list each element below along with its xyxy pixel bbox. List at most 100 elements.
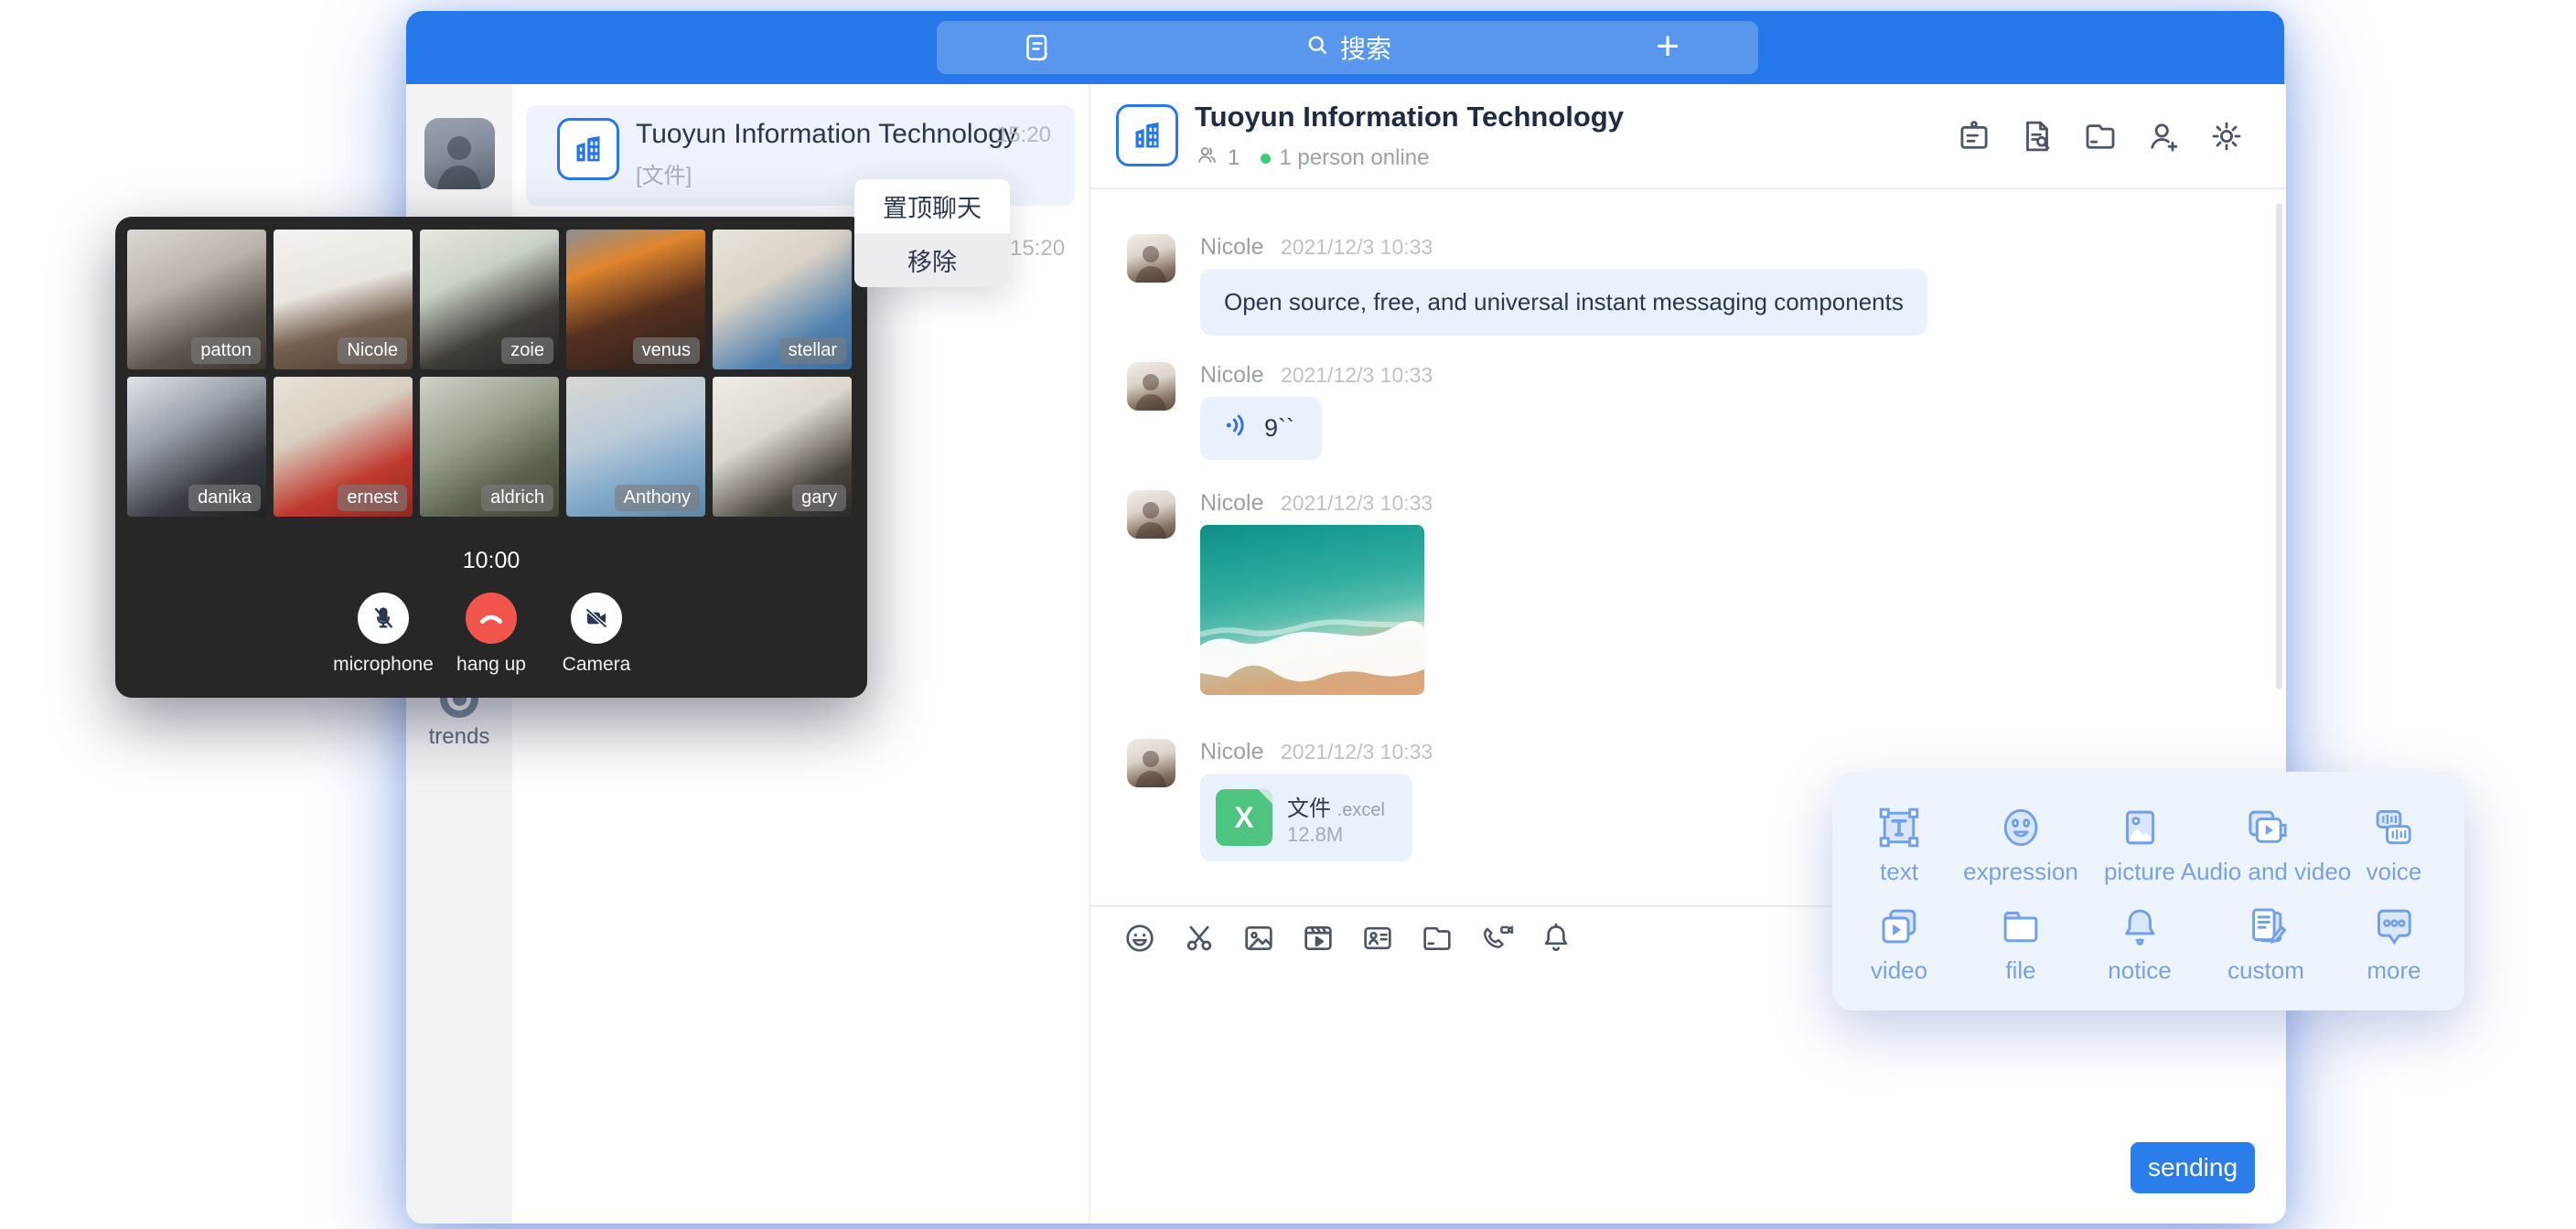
send-button[interactable]: sending [2131, 1142, 2255, 1193]
add-member-icon[interactable] [2144, 117, 2183, 155]
panel-item-video[interactable]: video [1871, 902, 1927, 985]
composer-toolbar [1122, 920, 1574, 956]
panel-item-more[interactable]: more [2367, 902, 2420, 985]
notification-bell-icon[interactable] [1538, 920, 1574, 956]
participant-tile: Nicole [274, 230, 413, 369]
sender-avatar[interactable] [1127, 739, 1175, 787]
notes-icon[interactable] [1021, 31, 1054, 69]
message-time: 2021/12/3 10:33 [1281, 363, 1433, 387]
user-avatar[interactable] [424, 118, 495, 189]
conversation-context-menu: 置顶聊天 移除 [854, 179, 1010, 287]
panel-label: custom [2227, 956, 2304, 985]
settings-gear-icon[interactable] [2207, 117, 2246, 155]
image-icon[interactable] [1240, 920, 1277, 956]
voice-bubble[interactable]: 9`` [1200, 397, 1322, 460]
text-bubble[interactable]: Open source, free, and universal instant… [1200, 269, 1927, 336]
participant-name: Nicole [338, 337, 407, 364]
participant-name: gary [792, 485, 846, 511]
participant-tile: aldrich [420, 377, 559, 517]
participant-tile: gary [713, 377, 852, 517]
chat-subtitle: 1 1 person online [1195, 143, 1429, 174]
panel-item-voice[interactable]: voice [2367, 803, 2422, 886]
sender-avatar[interactable] [1127, 490, 1175, 539]
participant-name: venus [633, 337, 700, 364]
sender-name: Nicole [1200, 234, 1263, 260]
participant-grid: patton Nicole zoie venus stellar danika … [127, 230, 853, 517]
participant-name: patton [191, 337, 261, 364]
online-dot [1261, 154, 1271, 164]
file-name: 文件 [1287, 796, 1331, 821]
desktop-background: 搜索 + trends Tuoyun Information Technolog… [0, 0, 2576, 1229]
panel-label: expression [1963, 858, 2078, 886]
conversation-title: Tuoyun Information Technology [636, 119, 1017, 150]
file-message-card[interactable]: X 文件 .excel 12.8M [1200, 774, 1412, 861]
camera-label: Camera [563, 654, 631, 676]
beach-photo-message[interactable] [1200, 525, 1424, 695]
file-extension: .excel [1337, 800, 1385, 820]
participant-name: ernest [338, 485, 407, 511]
sender-name: Nicole [1200, 490, 1263, 516]
sender-avatar[interactable] [1127, 362, 1175, 411]
search-history-icon[interactable] [2018, 117, 2056, 155]
scrollbar-thumb[interactable] [2276, 203, 2282, 689]
participant-tile: zoie [420, 230, 559, 369]
search-icon [1304, 31, 1331, 65]
panel-item-audio-video[interactable]: Audio and video [2181, 803, 2351, 886]
hang-up-label: hang up [456, 654, 526, 676]
screenshot-scissors-icon[interactable] [1181, 920, 1218, 956]
excel-file-icon: X [1216, 789, 1272, 846]
chat-panel: Tuoyun Information Technology 1 1 person… [1089, 84, 2286, 1224]
video-call-window[interactable]: patton Nicole zoie venus stellar danika … [115, 217, 867, 698]
header-actions [1955, 117, 2246, 155]
panel-label: text [1874, 858, 1924, 886]
emoji-icon[interactable] [1122, 920, 1158, 956]
files-folder-icon[interactable] [1419, 920, 1455, 956]
message-type-panel: text expression picture Audio and video … [1832, 772, 2464, 1010]
participant-tile: danika [127, 377, 266, 517]
folder-icon[interactable] [2081, 117, 2120, 155]
company-avatar [557, 118, 619, 180]
microphone-mute-button[interactable] [358, 593, 409, 644]
participant-name: danika [188, 485, 261, 511]
panel-item-notice[interactable]: notice [2108, 902, 2171, 985]
message-time: 2021/12/3 10:33 [1281, 235, 1433, 259]
camera-off-button[interactable] [571, 593, 622, 644]
search-placeholder: 搜索 [1340, 29, 1391, 66]
panel-label: notice [2108, 956, 2171, 985]
search-field[interactable]: 搜索 [1304, 29, 1391, 66]
sender-name: Nicole [1200, 739, 1263, 764]
chat-title: Tuoyun Information Technology [1195, 101, 1624, 134]
search-bar[interactable]: 搜索 + [937, 21, 1758, 74]
panel-item-file[interactable]: file [1996, 902, 2045, 985]
sender-avatar[interactable] [1127, 234, 1175, 283]
participant-tile: venus [566, 230, 705, 369]
video-call-icon[interactable] [1478, 920, 1515, 956]
menu-item-remove[interactable]: 移除 [854, 233, 1010, 287]
panel-label: voice [2367, 858, 2422, 886]
menu-item-pin-chat[interactable]: 置顶聊天 [854, 179, 1010, 233]
member-count: 1 [1228, 145, 1240, 171]
panel-label: more [2367, 956, 2420, 985]
online-status: 1 person online [1279, 145, 1429, 171]
panel-label: file [1996, 956, 2045, 985]
panel-item-picture[interactable]: picture [2104, 803, 2175, 886]
members-icon [1195, 143, 1219, 174]
panel-label: picture [2104, 858, 2175, 886]
call-timer: 10:00 [115, 548, 867, 574]
voice-duration: 9`` [1264, 414, 1294, 443]
chat-header: Tuoyun Information Technology 1 1 person… [1090, 84, 2286, 189]
participant-tile: Anthony [566, 377, 705, 517]
message-time: 2021/12/3 10:33 [1281, 740, 1433, 764]
message-time: 2021/12/3 10:33 [1281, 491, 1433, 515]
panel-item-custom[interactable]: custom [2227, 902, 2304, 985]
hang-up-button[interactable] [466, 593, 517, 644]
panel-label: Audio and video [2181, 858, 2351, 886]
video-clip-icon[interactable] [1300, 920, 1336, 956]
panel-item-expression[interactable]: expression [1963, 803, 2078, 886]
participant-name: Anthony [615, 485, 700, 511]
panel-item-text[interactable]: text [1874, 803, 1924, 886]
announcement-icon[interactable] [1955, 117, 1993, 155]
add-icon[interactable]: + [1656, 28, 1680, 65]
file-size: 12.8M [1287, 823, 1343, 847]
contact-card-icon[interactable] [1359, 920, 1396, 956]
